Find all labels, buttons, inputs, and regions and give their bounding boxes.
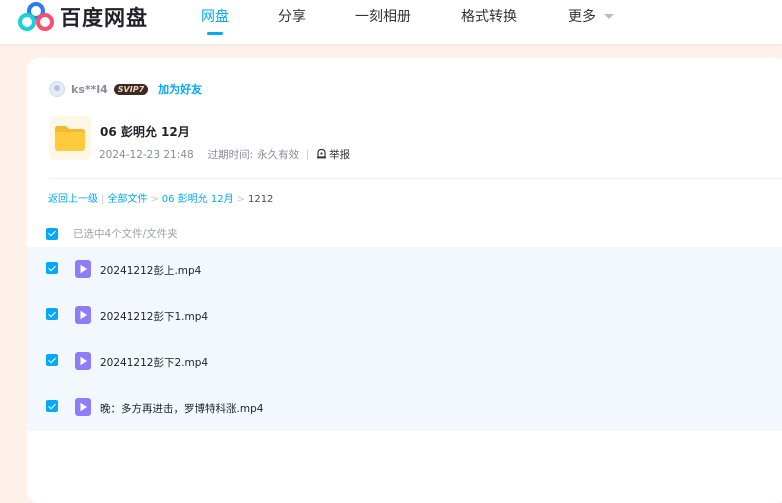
selected-count-text: 已选中4个文件/文件夹	[73, 228, 178, 240]
breadcrumb-separator: |	[101, 194, 105, 205]
meta-divider	[307, 149, 309, 160]
breadcrumb-folder-link[interactable]: 06 彭明允 12月	[162, 194, 234, 205]
file-name[interactable]: 晚：多方再进击，罗博特科涨.mp4	[100, 401, 263, 416]
expire-value: 永久有效	[257, 149, 300, 161]
select-all-checkbox[interactable]	[46, 227, 58, 240]
nav-item-format-convert[interactable]: 格式转换	[461, 6, 517, 26]
video-file-icon	[75, 260, 91, 282]
share-date: 2024-12-23 21:48	[99, 148, 194, 161]
select-all-row: 已选中4个文件/文件夹	[46, 226, 178, 241]
file-row[interactable]: 20241212彭下1.mp4	[27, 293, 782, 339]
shared-folder-title: 06 彭明允 12月	[100, 125, 190, 139]
video-file-icon	[75, 398, 91, 420]
file-checkbox[interactable]	[46, 354, 58, 366]
nav-item-more[interactable]: 更多	[568, 6, 614, 26]
file-checkbox[interactable]	[46, 262, 58, 274]
file-row[interactable]: 20241212彭上.mp4	[27, 247, 782, 293]
share-card: ks**l4 SVIP7 加为好友 06 彭明允 12月 2024-12-23 …	[27, 58, 782, 503]
share-meta: 2024-12-23 21:48 过期时间: 永久有效 举报	[99, 147, 350, 162]
file-row[interactable]: 晚：多方再进击，罗博特科涨.mp4	[27, 385, 782, 431]
file-row[interactable]: 20241212彭下2.mp4	[27, 339, 782, 385]
svip-badge: SVIP7	[113, 83, 149, 95]
logo[interactable]: 百度网盘	[18, 1, 148, 33]
video-file-icon	[75, 352, 91, 374]
breadcrumb-current: 1212	[247, 194, 274, 205]
breadcrumb: 返回上一级 | 全部文件 >06 彭明允 12月 >1212	[48, 190, 273, 205]
file-checkbox[interactable]	[46, 308, 58, 320]
nav-active-indicator	[207, 32, 223, 35]
breadcrumb-chevron-icon: >	[236, 194, 245, 205]
file-name[interactable]: 20241212彭下1.mp4	[100, 309, 208, 324]
report-button[interactable]: 举报	[316, 147, 350, 162]
report-icon	[316, 148, 329, 162]
nav-item-album[interactable]: 一刻相册	[355, 6, 411, 26]
top-header: 百度网盘 网盘 分享 一刻相册 格式转换 更多	[0, 0, 782, 44]
file-list: 20241212彭上.mp4 20241212彭下1.mp4 20241212彭…	[27, 247, 782, 431]
divider	[49, 178, 782, 179]
chevron-down-icon	[604, 13, 614, 19]
brand-name: 百度网盘	[60, 6, 148, 30]
breadcrumb-back-link[interactable]: 返回上一级	[48, 194, 98, 205]
nav-more-label: 更多	[568, 9, 596, 25]
nav-item-netdisk[interactable]: 网盘	[201, 6, 229, 26]
avatar[interactable]	[49, 81, 65, 97]
file-checkbox[interactable]	[46, 400, 58, 412]
baidu-netdisk-logo-icon	[18, 2, 54, 32]
sharer-username[interactable]: ks**l4	[71, 83, 108, 96]
expire-label: 过期时间:	[207, 149, 254, 161]
breadcrumb-chevron-icon: >	[150, 194, 159, 205]
nav-item-share[interactable]: 分享	[278, 6, 306, 26]
report-label: 举报	[329, 149, 351, 161]
sharer-info: ks**l4 SVIP7 加为好友	[49, 80, 202, 98]
file-name[interactable]: 20241212彭下2.mp4	[100, 355, 208, 370]
file-name[interactable]: 20241212彭上.mp4	[100, 263, 201, 278]
breadcrumb-all-files-link[interactable]: 全部文件	[107, 194, 147, 205]
add-friend-link[interactable]: 加为好友	[158, 81, 202, 97]
folder-thumb	[49, 116, 91, 160]
video-file-icon	[75, 306, 91, 328]
